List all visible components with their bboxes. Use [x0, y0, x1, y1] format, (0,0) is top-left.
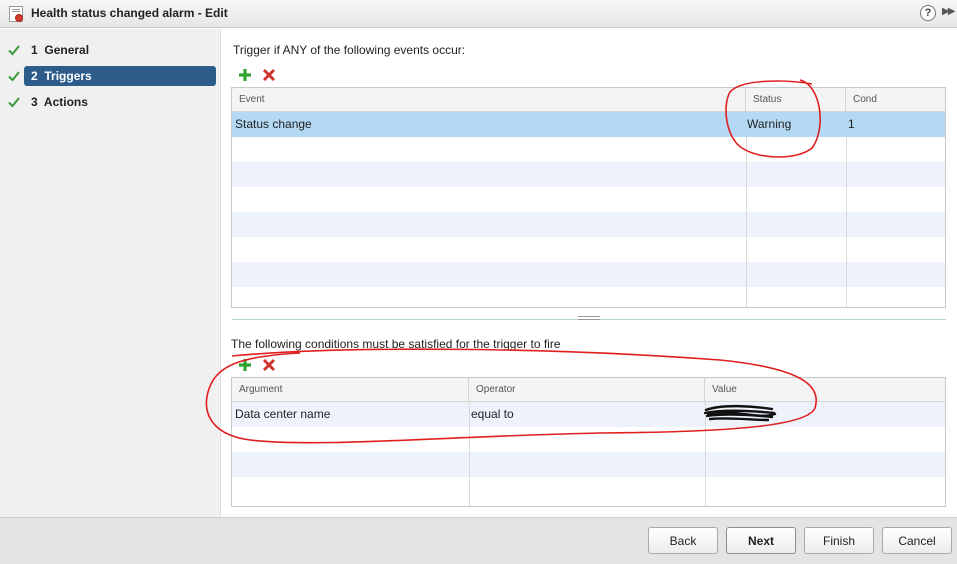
table-row-empty [232, 262, 945, 287]
conditions-table: Argument Operator Value Data center name… [231, 377, 946, 507]
add-trigger-button[interactable] [238, 68, 252, 82]
column-header-argument[interactable]: Argument [232, 378, 469, 402]
step-number: 2 [31, 69, 38, 83]
plus-icon [238, 358, 252, 372]
table-header: Argument Operator Value [232, 378, 945, 402]
column-header-event[interactable]: Event [232, 88, 746, 112]
next-button[interactable]: Next [726, 527, 796, 554]
status-cell[interactable]: Warning [744, 112, 791, 137]
step-number: 1 [31, 43, 38, 57]
column-divider [846, 137, 847, 307]
argument-cell: Data center name [235, 407, 331, 421]
check-icon [8, 96, 20, 108]
table-header: Event Status Cond [232, 88, 945, 112]
check-icon [8, 70, 20, 82]
column-header-value[interactable]: Value [705, 378, 945, 402]
wizard-steps: 1 General 2 Triggers 3 Actions [0, 29, 221, 517]
table-row-empty [232, 287, 945, 307]
table-row-empty [232, 212, 945, 237]
splitter-grip[interactable] [578, 316, 600, 321]
cond-cell: 1 [848, 117, 855, 131]
triggers-heading: Trigger if ANY of the following events o… [233, 43, 466, 57]
alarm-icon [9, 6, 23, 22]
step-label: Actions [43, 95, 88, 109]
step-label: General [44, 43, 90, 57]
table-row[interactable]: Data center name equal to [232, 402, 945, 427]
step-label: Triggers [44, 69, 92, 83]
window-title: Health status changed alarm - Edit [31, 6, 228, 20]
cancel-button[interactable]: Cancel [882, 527, 952, 554]
table-row-empty [232, 237, 945, 262]
step-actions[interactable]: 3 Actions [24, 92, 216, 112]
operator-cell[interactable]: equal to [468, 402, 514, 427]
expand-icon[interactable]: ▶▶ [942, 6, 955, 17]
column-header-status[interactable]: Status [746, 88, 846, 112]
help-icon[interactable]: ? [920, 5, 936, 21]
column-divider [746, 137, 747, 307]
table-row-empty [232, 452, 945, 477]
step-triggers[interactable]: 2 Triggers [24, 66, 216, 86]
table-row-empty [232, 427, 945, 452]
triggers-panel: Trigger if ANY of the following events o… [222, 29, 957, 517]
remove-condition-button[interactable] [262, 358, 276, 372]
remove-trigger-button[interactable] [262, 68, 276, 82]
finish-button[interactable]: Finish [804, 527, 874, 554]
table-row-empty [232, 187, 945, 212]
back-button[interactable]: Back [648, 527, 718, 554]
x-icon [262, 358, 276, 372]
column-header-operator[interactable]: Operator [469, 378, 705, 402]
table-row-empty [232, 137, 945, 162]
table-row-empty [232, 162, 945, 187]
column-divider [469, 402, 470, 506]
event-cell: Status change [235, 117, 312, 131]
check-icon [8, 44, 20, 56]
step-general[interactable]: 1 General [24, 40, 216, 60]
table-row[interactable]: Status change Warning 1 [232, 112, 945, 137]
x-icon [262, 68, 276, 82]
title-bar: Health status changed alarm - Edit ? ▶▶ [0, 0, 957, 28]
column-header-cond[interactable]: Cond [846, 88, 945, 112]
conditions-heading: The following conditions must be satisfi… [231, 337, 561, 351]
plus-icon [238, 68, 252, 82]
step-number: 3 [31, 95, 38, 109]
triggers-table: Event Status Cond Status change Warning … [231, 87, 946, 308]
redaction-scribble [702, 402, 778, 429]
wizard-footer: Back Next Finish Cancel [0, 517, 957, 564]
add-condition-button[interactable] [238, 358, 252, 372]
table-row-empty [232, 477, 945, 502]
